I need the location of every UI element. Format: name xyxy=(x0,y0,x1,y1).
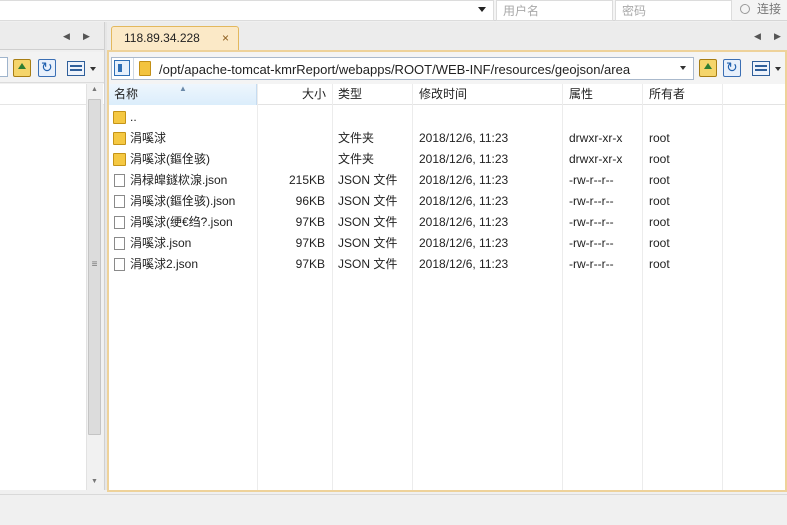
row-attributes: -rw-r--r-- xyxy=(569,173,614,187)
row-type: JSON 文件 xyxy=(338,236,398,250)
column-header-owner[interactable]: 所有者 xyxy=(649,84,685,105)
row-modified: 2018/12/6, 11:23 xyxy=(419,173,509,187)
table-row[interactable]: 涓嗘浗 文件夹 2018/12/6, 11:23 drwxr-xr-x root xyxy=(109,128,785,149)
row-type: 文件夹 xyxy=(338,152,375,166)
host-dropdown-arrow-icon[interactable] xyxy=(478,7,486,12)
row-name: 涓椂皡鐩栨湶.json xyxy=(130,173,228,187)
remote-view-mode-icon[interactable] xyxy=(752,61,770,76)
scroll-grip-icon: ≡ xyxy=(91,259,98,270)
local-tab-prev-icon[interactable]: ◀ xyxy=(63,32,70,41)
row-modified: 2018/12/6, 11:23 xyxy=(419,131,509,145)
row-size xyxy=(257,149,325,170)
sort-ascending-icon: ▲ xyxy=(179,84,187,93)
scroll-down-icon[interactable]: ▼ xyxy=(89,478,100,485)
row-size: 215KB xyxy=(288,173,325,187)
local-path-input[interactable] xyxy=(0,57,8,77)
row-size xyxy=(257,128,325,149)
remote-up-folder-icon[interactable] xyxy=(699,59,717,77)
close-tab-icon[interactable]: × xyxy=(222,31,229,45)
connect-button[interactable]: 连接 xyxy=(734,0,787,21)
file-icon xyxy=(114,237,125,250)
local-refresh-icon[interactable] xyxy=(38,59,56,77)
row-owner: root xyxy=(649,236,670,250)
path-separator xyxy=(133,58,134,79)
remote-path-text[interactable]: /opt/apache-tomcat-kmrReport/webapps/ROO… xyxy=(159,62,630,77)
path-dropdown-icon[interactable] xyxy=(680,66,686,70)
folder-icon xyxy=(113,132,126,145)
file-icon xyxy=(114,258,125,271)
column-header-attributes[interactable]: 属性 xyxy=(569,84,593,105)
row-owner: root xyxy=(649,257,670,271)
column-header-type[interactable]: 类型 xyxy=(338,84,362,105)
row-type: JSON 文件 xyxy=(338,257,398,271)
row-name: 涓嗘浗.json xyxy=(130,236,192,250)
row-name: 涓嗘浗2.json xyxy=(130,257,199,271)
row-type: JSON 文件 xyxy=(338,194,398,208)
row-name: 涓嗘浗 xyxy=(130,131,167,145)
row-size: 97KB xyxy=(295,257,325,271)
local-up-folder-icon[interactable] xyxy=(13,59,31,77)
row-modified: 2018/12/6, 11:23 xyxy=(419,257,509,271)
row-name: .. xyxy=(130,110,137,124)
row-name: 涓嗘浗(绠€绉?.json xyxy=(130,215,233,229)
local-tab-next-icon[interactable]: ▶ xyxy=(83,32,90,41)
row-owner: root xyxy=(649,215,670,229)
row-owner: root xyxy=(649,194,670,208)
username-input[interactable]: 用户名 xyxy=(496,0,613,21)
table-row[interactable]: 涓嗘浗(鏂佺骇).json 96KB JSON 文件 2018/12/6, 11… xyxy=(109,191,785,212)
folder-icon xyxy=(139,61,151,76)
table-row[interactable]: 涓嗘浗(绠€绉?.json 97KB JSON 文件 2018/12/6, 11… xyxy=(109,212,785,233)
local-file-list[interactable] xyxy=(0,105,86,490)
row-attributes: -rw-r--r-- xyxy=(569,215,614,229)
row-owner: root xyxy=(649,131,670,145)
file-icon xyxy=(114,216,125,229)
row-size: 97KB xyxy=(295,236,325,250)
row-modified: 2018/12/6, 11:23 xyxy=(419,152,509,166)
remote-tab-next-icon[interactable]: ▶ xyxy=(774,32,781,41)
row-name: 涓嗘浗(鏂佺骇).json xyxy=(130,194,236,208)
connect-button-label: 连接 xyxy=(757,2,782,16)
row-attributes: drwxr-xr-x xyxy=(569,131,623,145)
column-header-modified[interactable]: 修改时间 xyxy=(419,84,467,105)
plug-icon xyxy=(738,2,752,16)
parent-folder-icon xyxy=(113,111,126,124)
row-type: 文件夹 xyxy=(338,131,375,145)
row-attributes: -rw-r--r-- xyxy=(569,194,614,208)
table-row[interactable]: .. xyxy=(109,107,785,128)
path-panel-icon[interactable] xyxy=(114,60,130,76)
password-input[interactable]: 密码 xyxy=(615,0,732,21)
row-type: JSON 文件 xyxy=(338,215,398,229)
row-attributes: -rw-r--r-- xyxy=(569,236,614,250)
table-row[interactable]: 涓嗘浗.json 97KB JSON 文件 2018/12/6, 11:23 -… xyxy=(109,233,785,254)
remote-refresh-icon[interactable] xyxy=(723,59,741,77)
row-name: 涓嗘浗(鏂佺骇) xyxy=(130,152,210,166)
remote-view-dropdown-icon[interactable] xyxy=(775,67,781,71)
table-row[interactable]: 涓嗘浗(鏂佺骇) 文件夹 2018/12/6, 11:23 drwxr-xr-x… xyxy=(109,149,785,170)
row-modified: 2018/12/6, 11:23 xyxy=(419,215,509,229)
row-owner: root xyxy=(649,173,670,187)
remote-tab-label[interactable]: 118.89.34.228 xyxy=(124,31,200,45)
remote-tab-prev-icon[interactable]: ◀ xyxy=(754,32,761,41)
folder-icon xyxy=(113,153,126,166)
row-owner: root xyxy=(649,152,670,166)
row-size: 96KB xyxy=(295,194,325,208)
row-attributes: -rw-r--r-- xyxy=(569,257,614,271)
file-icon xyxy=(114,174,125,187)
host-input[interactable] xyxy=(0,0,494,21)
column-header-size[interactable]: 大小 xyxy=(258,84,326,105)
scroll-up-icon[interactable]: ▲ xyxy=(89,86,100,93)
status-bar xyxy=(0,494,787,525)
local-view-dropdown-icon[interactable] xyxy=(90,67,96,71)
local-view-mode-icon[interactable] xyxy=(67,61,85,76)
file-icon xyxy=(114,195,125,208)
table-row[interactable]: 涓椂皡鐩栨湶.json 215KB JSON 文件 2018/12/6, 11:… xyxy=(109,170,785,191)
column-header-name[interactable]: 名称 xyxy=(114,84,138,105)
row-type: JSON 文件 xyxy=(338,173,398,187)
row-size: 97KB xyxy=(295,215,325,229)
table-row[interactable]: 涓嗘浗2.json 97KB JSON 文件 2018/12/6, 11:23 … xyxy=(109,254,785,275)
row-attributes: drwxr-xr-x xyxy=(569,152,623,166)
row-modified: 2018/12/6, 11:23 xyxy=(419,236,509,250)
row-modified: 2018/12/6, 11:23 xyxy=(419,194,509,208)
